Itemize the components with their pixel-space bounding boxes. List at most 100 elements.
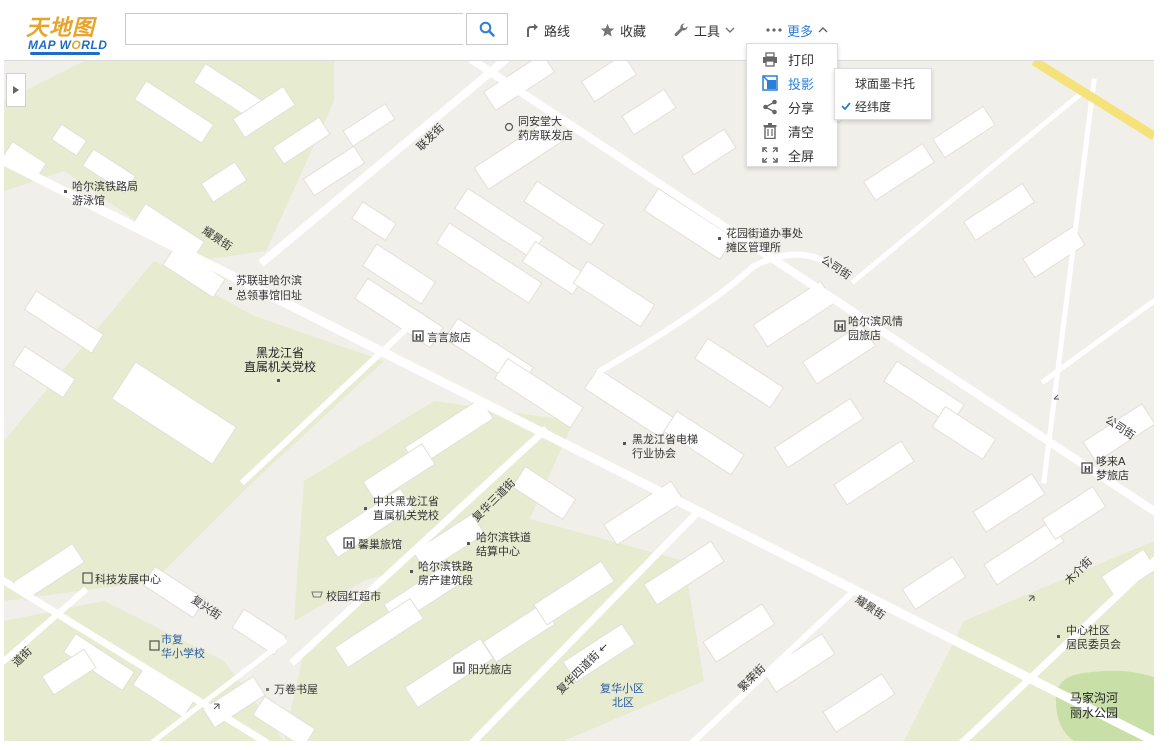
poi-xinchao-hotel[interactable]: H 馨巢旅馆	[343, 537, 402, 551]
poi-label: 梦旅店	[1096, 468, 1129, 482]
poi-label: 哈尔滨风情	[848, 314, 903, 328]
poi-dot-icon	[718, 237, 721, 240]
road-minor-3	[1041, 78, 1097, 484]
hotel-icon-h: H	[837, 323, 844, 332]
favorites-button[interactable]: 收藏	[600, 19, 646, 41]
search-button[interactable]	[466, 13, 508, 45]
poi-soviet-consulate[interactable]: 苏联驻哈尔滨 总领事馆旧址	[229, 273, 302, 302]
menu-item-label: 清空	[788, 126, 815, 141]
route-button[interactable]: 路线	[525, 19, 570, 41]
hotel-icon-h: H	[1084, 465, 1091, 474]
triangle-right-icon	[13, 86, 19, 94]
poi-dot-icon	[229, 287, 232, 290]
poi-dot-icon	[467, 542, 470, 545]
poi-label: 药房联发店	[518, 128, 573, 142]
road-label-gongsi-n: 公司街	[819, 252, 854, 282]
tools-button[interactable]: 工具	[674, 19, 735, 41]
menu-item-share[interactable]: 分享	[747, 95, 837, 119]
poi-label: 行业协会	[632, 446, 676, 460]
poi-label: 直属机关党校	[244, 359, 316, 374]
poi-label: 万卷书屋	[274, 682, 318, 696]
menu-item-label: 全屏	[788, 150, 815, 165]
route-label: 路线	[544, 24, 571, 40]
tools-label: 工具	[694, 24, 721, 40]
chevron-down-icon	[725, 27, 735, 33]
trash-icon	[761, 122, 779, 140]
more-button[interactable]: 更多	[766, 19, 828, 41]
poi-label: 游泳馆	[72, 193, 105, 207]
poi-label: 丽水公园	[1070, 706, 1118, 720]
poi-dot-icon	[364, 507, 367, 510]
road-yellow-arterial	[1031, 61, 1154, 140]
poi-dot-icon	[277, 379, 280, 382]
poi-yangguang-hotel[interactable]: H 阳光旅店	[453, 662, 512, 676]
poi-label: 摊区管理所	[726, 240, 781, 254]
poi-tech-center[interactable]: 科技发展中心	[82, 572, 161, 586]
poi-label: 阳光旅店	[468, 662, 512, 676]
poi-label: 市复	[161, 632, 183, 646]
poi-label: 哈尔滨铁路局	[72, 179, 138, 193]
panel-expand-button[interactable]	[6, 73, 26, 107]
window-edge-bottom	[0, 741, 1169, 750]
tianditu-logo[interactable]: 天地图 MAP WORLD	[26, 10, 107, 56]
menu-item-fullscreen[interactable]: 全屏	[747, 143, 837, 167]
top-toolbar: 天地图 MAP WORLD 路线 收藏 工具 更多	[4, 4, 1154, 61]
poi-dot-icon	[64, 190, 67, 193]
poi-label: 中心社区	[1066, 623, 1110, 637]
favorites-label: 收藏	[620, 24, 647, 40]
poi-label: 校园红超市	[326, 589, 381, 603]
search-icon	[479, 21, 495, 37]
hotel-icon-h: H	[456, 665, 463, 674]
poi-label: 总领事馆旧址	[236, 288, 302, 302]
menu-item-label: 打印	[788, 54, 815, 69]
logo-en-part-b: RLD	[81, 38, 108, 52]
poi-label: 哆来A	[1096, 455, 1126, 468]
hotel-icon-h: H	[415, 333, 422, 342]
poi-yanyan-hotel[interactable]: H 言言旅店	[412, 330, 471, 344]
search-input[interactable]	[125, 13, 463, 45]
poi-label: 北区	[612, 696, 634, 709]
map-canvas[interactable]: 联发街 耀景街 公司街 公司街 复华三道街 复兴街 复华四道街 ← 繁荣街 耀景…	[4, 61, 1154, 741]
poi-label: 复华小区	[600, 681, 644, 695]
menu-item-label: 投影	[788, 78, 815, 93]
menu-item-clear[interactable]: 清空	[747, 119, 837, 143]
poi-label: 华小学校	[161, 646, 205, 660]
projection-icon	[761, 74, 779, 92]
logo-english-text: MAP WORLD	[28, 38, 107, 52]
poi-dot-icon	[1057, 635, 1060, 638]
poi-duolai-hotel[interactable]: H 哆来A 梦旅店	[1081, 455, 1129, 482]
logo-en-part-a: MAP W	[28, 38, 72, 52]
more-dots-icon	[766, 28, 782, 32]
map-app-window: 天地图 MAP WORLD 路线 收藏 工具 更多 联发街 耀景街 公司街 公司…	[0, 0, 1169, 750]
wrench-icon	[674, 22, 688, 36]
poi-label: 直属机关党校	[373, 508, 439, 522]
poi-label: 房产建筑段	[418, 573, 473, 587]
chevron-up-icon	[818, 27, 828, 33]
poi-wanjuan-bookstore[interactable]: 万卷书屋	[266, 682, 318, 696]
poi-label: 哈尔滨铁路	[418, 559, 473, 573]
poi-label: 馨巢旅馆	[358, 537, 402, 551]
menu-item-projection[interactable]: 投影	[747, 71, 837, 95]
poi-label: 苏联驻哈尔滨	[236, 273, 302, 287]
projection-option-latlng[interactable]: 经纬度	[835, 95, 931, 117]
fullscreen-icon	[761, 146, 779, 164]
more-dropdown-menu: 打印 投影 分享 清空 全屏	[746, 43, 838, 167]
menu-item-print[interactable]: 打印	[747, 47, 837, 71]
poi-label: 黑龙江省电梯	[632, 433, 698, 446]
window-edge-right	[1154, 0, 1169, 750]
logo-en-globe: O	[71, 38, 82, 52]
projection-option-mercator[interactable]: 球面墨卡托	[835, 72, 931, 94]
menu-item-label: 分享	[788, 102, 815, 117]
poi-label: 园旅店	[848, 328, 881, 342]
road-label-fuxing: 复兴街	[189, 592, 224, 622]
poi-ccp-party-school[interactable]: 中共黑龙江省 直属机关党校	[364, 495, 439, 522]
more-label: 更多	[787, 24, 814, 40]
poi-label: 居民委员会	[1066, 638, 1121, 651]
poi-label: 结算中心	[476, 544, 520, 558]
route-turn-icon	[527, 23, 538, 37]
poi-dot-icon	[623, 442, 626, 445]
poi-dot-icon	[410, 570, 413, 573]
printer-icon	[761, 50, 779, 68]
map-layer: 联发街 耀景街 公司街 公司街 复华三道街 复兴街 复华四道街 ← 繁荣街 耀景…	[4, 61, 1154, 741]
pharmacy-icon	[504, 122, 514, 132]
